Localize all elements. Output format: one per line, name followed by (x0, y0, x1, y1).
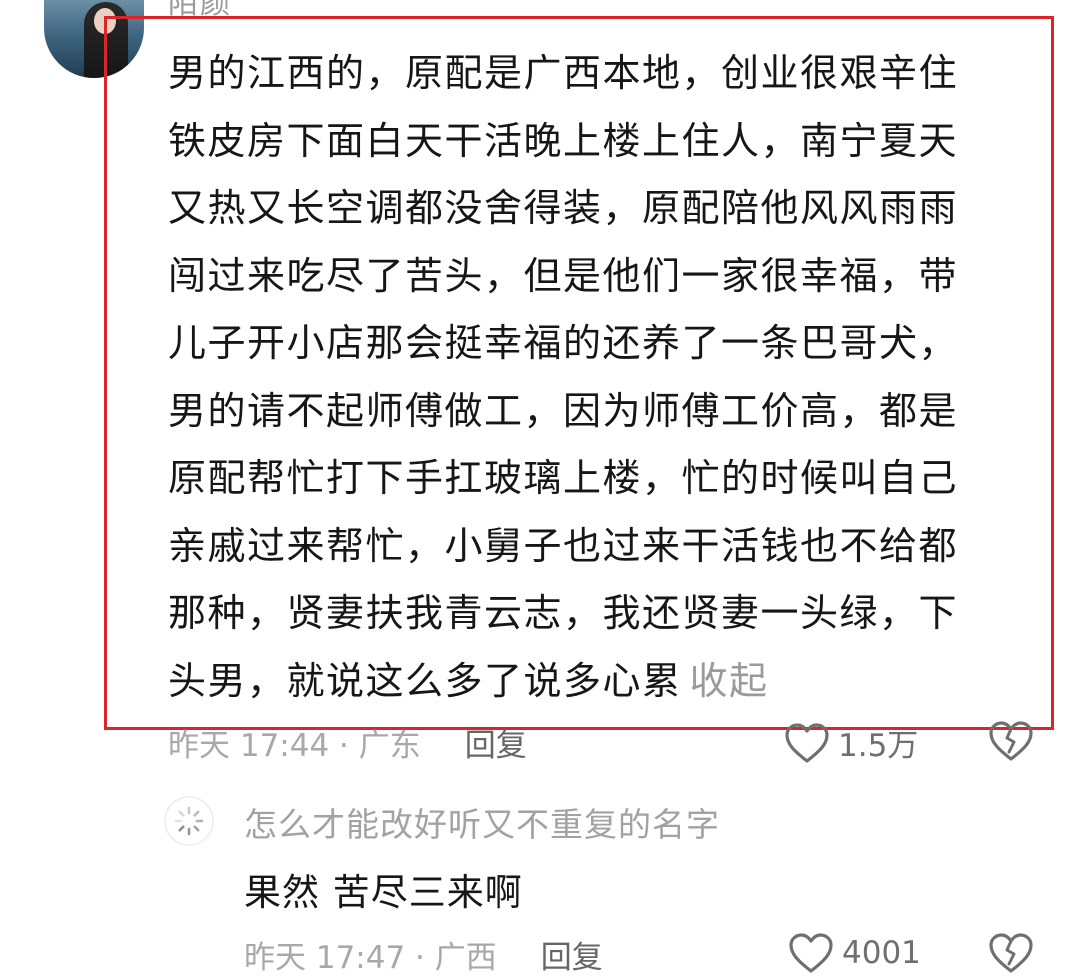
dislike-button[interactable] (988, 720, 1034, 766)
comment-body-line: 儿子开小店那会挺幸福的还养了一条巴哥犬， (168, 321, 959, 365)
like-count: 1.5万 (838, 728, 919, 764)
loading-avatar-icon (164, 796, 214, 846)
reply-body: 果然 苦尽三来啊 (244, 871, 523, 914)
comment-time-location: 昨天 17:44 · 广东 (168, 728, 421, 764)
reply-like-button[interactable]: 4001 (788, 932, 921, 974)
reply-meta: 昨天 17:47 · 广西 回复 (244, 932, 603, 977)
comment-body-line: 那种，贤妻扶我青云志，我还贤妻一头绿，下 (168, 591, 959, 635)
reply-dislike-button[interactable] (988, 932, 1034, 978)
like-button[interactable]: 1.5万 (784, 720, 918, 765)
comment-body-line: 男的请不起师傅做工，因为师傅工价高，都是 (168, 388, 959, 433)
comment-body-line: 原配帮忙打下手扛玻璃上楼，忙的时候叫自己 (168, 456, 959, 500)
comment-body-line: 男的江西的，原配是广西本地，创业很艰辛住 (168, 51, 959, 95)
comment-body: 男的江西的，原配是广西本地，创业很艰辛住 铁皮房下面白天干活晚上楼上住人，南宁夏… (168, 40, 1008, 715)
collapse-link[interactable]: 收起 (690, 659, 769, 703)
reply-button[interactable]: 回复 (465, 728, 527, 764)
reply-reply-button[interactable]: 回复 (541, 940, 603, 976)
comment-body-line: 头男，就说这么多了说多心累 (168, 658, 682, 703)
broken-heart-icon (989, 933, 1033, 973)
comment-body-line: 闯过来吃尽了苦头，但是他们一家很幸福，带 (168, 253, 959, 298)
comment-body-line-last: 头男，就说这么多了说多心累 收起 (168, 648, 1008, 716)
reply-time-location: 昨天 17:47 · 广西 (244, 940, 497, 976)
comment-body-line: 亲戚过来帮忙，小舅子也过来干活钱也不给都 (168, 523, 959, 568)
heart-icon (785, 722, 829, 763)
heart-icon (789, 933, 833, 973)
reply-like-count: 4001 (842, 935, 921, 971)
comment-body-line: 又热又长空调都没舍得装，原配陪他风风雨雨 (168, 186, 959, 230)
comment-body-line: 铁皮房下面白天干活晚上楼上住人，南宁夏天 (168, 118, 959, 163)
reply-username[interactable]: 怎么才能改好听又不重复的名字 (244, 798, 720, 846)
broken-heart-icon (989, 721, 1033, 761)
comment-meta: 昨天 17:44 · 广东 回复 (168, 720, 527, 765)
